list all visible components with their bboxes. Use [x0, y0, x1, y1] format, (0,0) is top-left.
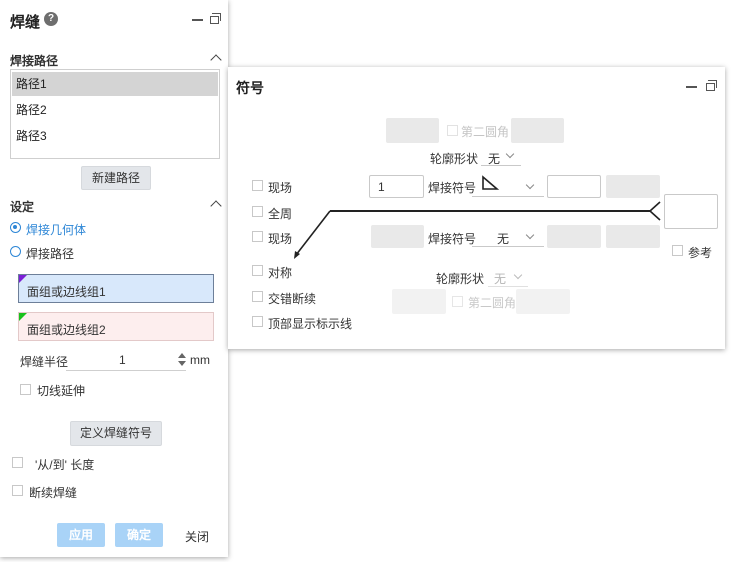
minimize-icon[interactable]	[686, 86, 697, 88]
weld-symbol-bottom-label: 焊接符号	[428, 232, 477, 246]
weld-size-top-input[interactable]: 1	[369, 175, 424, 198]
radio-path-label: 焊接路径	[26, 247, 75, 261]
weld-size-bottom-box	[371, 225, 424, 248]
weld-radius-unit: mm	[190, 353, 210, 367]
intermittent-weld-label: 断续焊缝	[29, 486, 78, 500]
weld-top-extra-box	[606, 175, 660, 198]
panel-title: 焊缝	[10, 14, 41, 31]
staggered-label: 交错断续	[268, 292, 317, 306]
weld-radius-underline	[66, 370, 186, 371]
bottom-right-box	[516, 289, 570, 314]
reference-label: 参考	[688, 246, 713, 260]
reference-checkbox[interactable]	[672, 245, 683, 256]
restore-icon[interactable]	[706, 80, 717, 91]
minimize-icon[interactable]	[192, 19, 203, 21]
weld-radius-label: 焊缝半径	[20, 355, 69, 369]
field-label: 现场	[268, 181, 293, 195]
all-around-label: 全周	[268, 207, 293, 221]
chevron-down-icon[interactable]	[513, 270, 523, 280]
staggered-checkbox[interactable]	[252, 291, 263, 302]
top-show-checkbox[interactable]	[252, 316, 263, 327]
help-icon[interactable]: ?	[44, 12, 58, 26]
field-checkbox[interactable]	[252, 180, 263, 191]
weld-radius-input[interactable]: 1	[119, 353, 126, 367]
list-item-path3[interactable]: 路径3	[12, 124, 218, 148]
section-weld-path[interactable]: 焊接路径	[10, 52, 58, 69]
select-group1-label: 面组或边线组1	[27, 285, 106, 299]
weld-bottom-extra-box-2	[606, 225, 660, 248]
radio-geometry[interactable]	[10, 222, 21, 233]
intermittent-weld-checkbox[interactable]	[12, 485, 23, 496]
symbol-panel-title: 符号	[236, 80, 264, 96]
select-group2-label: 面组或边线组2	[27, 323, 106, 337]
list-item-path2[interactable]: 路径2	[12, 98, 218, 122]
close-button[interactable]: 关闭	[185, 528, 209, 545]
contour-top-label: 轮廓形状	[430, 152, 479, 166]
tangent-extend-checkbox[interactable]	[20, 384, 31, 395]
weld-size-top-value: 1	[378, 180, 385, 194]
new-path-button[interactable]: 新建路径	[81, 166, 151, 190]
radio-path[interactable]	[10, 246, 21, 257]
symmetric-label: 对称	[268, 266, 293, 280]
contour-bottom-label: 轮廓形状	[436, 272, 485, 286]
all-around-checkbox[interactable]	[252, 206, 263, 217]
chevron-down-icon[interactable]	[525, 180, 535, 190]
select-group2[interactable]: 面组或边线组2	[18, 312, 214, 341]
weld-panel: 焊缝 ? 焊接路径 路径1 路径2 路径3 新建路径 设定 焊接几何体 焊接路径…	[0, 0, 228, 557]
weld-symbol-bottom-select[interactable]: 无	[497, 230, 509, 247]
chevron-up-icon[interactable]	[210, 200, 222, 212]
weld-symbol-bottom-underline	[472, 246, 544, 247]
field-label-2: 现场	[268, 232, 293, 246]
weld-symbol-top-underline	[472, 196, 544, 197]
fillet-weld-icon[interactable]	[480, 175, 500, 191]
weld-symbol-top-label: 焊接符号	[428, 181, 477, 195]
top-left-box	[386, 118, 439, 143]
contour-top-underline	[481, 165, 521, 166]
list-item-path1[interactable]: 路径1	[12, 72, 218, 96]
apply-button[interactable]: 应用	[57, 523, 105, 547]
spin-down-icon[interactable]	[178, 361, 186, 366]
contour-bottom-underline	[488, 286, 528, 287]
section-settings[interactable]: 设定	[10, 198, 34, 215]
select-group1[interactable]: 面组或边线组1	[18, 274, 214, 303]
ok-button[interactable]: 确定	[115, 523, 163, 547]
contour-bottom-select[interactable]: 无	[494, 270, 506, 287]
second-angle-top-label: 第二圆角	[461, 125, 510, 139]
chevron-down-icon[interactable]	[505, 149, 515, 159]
spin-up-icon[interactable]	[178, 353, 186, 358]
path-list[interactable]: 路径1 路径2 路径3	[10, 69, 220, 159]
weld-bottom-extra-box	[547, 225, 601, 248]
second-angle-top-checkbox[interactable]	[447, 125, 458, 136]
second-angle-bottom-label: 第二圆角	[468, 296, 517, 310]
second-angle-bottom-checkbox[interactable]	[452, 296, 463, 307]
define-symbol-button[interactable]: 定义焊缝符号	[70, 421, 162, 446]
from-to-length-checkbox[interactable]	[12, 457, 23, 468]
from-to-length-label: '从/到' 长度	[35, 458, 95, 472]
bottom-left-box	[392, 289, 446, 314]
top-right-box	[511, 118, 564, 143]
symmetric-checkbox[interactable]	[252, 265, 263, 276]
symbol-panel: 符号 第二圆角 轮廓形状 无 现场 全周 现场 1 焊接符号 焊接符号 无 参考	[228, 67, 725, 349]
color-corner-icon	[19, 313, 27, 321]
radio-geometry-label: 焊接几何体	[26, 223, 87, 237]
top-show-label: 顶部显示标示线	[268, 317, 353, 331]
chevron-up-icon[interactable]	[210, 54, 222, 66]
color-corner-icon	[19, 275, 27, 283]
tangent-extend-label: 切线延伸	[37, 384, 86, 398]
field-checkbox-2[interactable]	[252, 231, 263, 242]
restore-icon[interactable]	[210, 13, 221, 24]
weld-top-extra-input[interactable]	[547, 175, 601, 198]
tail-input[interactable]	[664, 194, 718, 229]
